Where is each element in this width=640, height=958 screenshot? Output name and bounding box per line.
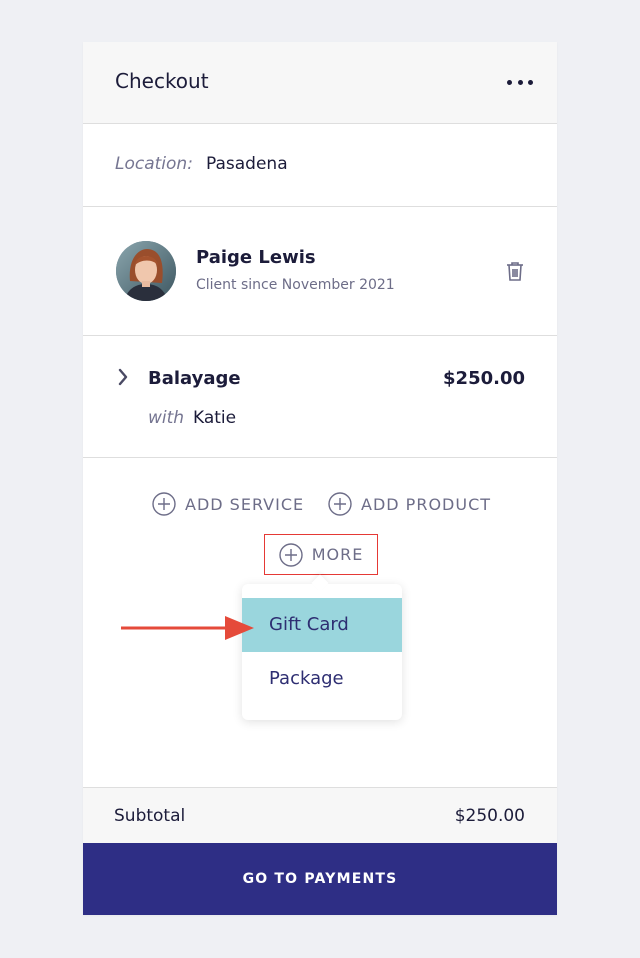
more-dropdown-menu: Gift Card Package: [242, 574, 402, 720]
dropdown-caret: [311, 574, 329, 592]
client-row: Paige Lewis Client since November 2021: [83, 207, 557, 336]
with-label: with: [148, 408, 185, 428]
client-since: Client since November 2021: [196, 277, 395, 293]
subtotal-label: Subtotal: [114, 806, 186, 826]
location-value: Pasadena: [206, 154, 288, 174]
plus-circle-icon: [278, 542, 303, 567]
service-name: Balayage: [148, 368, 241, 389]
add-product-label: ADD PRODUCT: [361, 494, 492, 514]
service-row[interactable]: Balayage $250.00 with Katie: [83, 336, 557, 458]
more-label: MORE: [311, 545, 364, 564]
subtotal-value: $250.00: [454, 806, 525, 826]
more-button[interactable]: MORE: [264, 534, 378, 575]
service-price: $250.00: [443, 368, 525, 389]
checkout-panel: Checkout Location: Pasadena Paige Lewis …: [83, 42, 557, 915]
menu-item-gift-card[interactable]: Gift Card: [242, 598, 402, 652]
avatar: [116, 241, 176, 301]
page-title: Checkout: [115, 69, 209, 93]
checkout-header: Checkout: [83, 42, 557, 124]
client-name: Paige Lewis: [196, 247, 316, 268]
add-service-button[interactable]: ADD SERVICE: [152, 492, 304, 516]
annotation-arrow-icon: [121, 616, 254, 640]
plus-circle-icon: [152, 492, 176, 516]
location-label: Location:: [115, 154, 193, 174]
trash-icon[interactable]: [506, 261, 524, 281]
subtotal-row: Subtotal $250.00: [83, 787, 557, 844]
menu-item-package[interactable]: Package: [242, 652, 402, 706]
staff-name: Katie: [193, 408, 237, 428]
more-horizontal-icon[interactable]: [507, 70, 533, 94]
add-product-button[interactable]: ADD PRODUCT: [328, 492, 491, 516]
chevron-right-icon[interactable]: [117, 368, 129, 386]
location-row[interactable]: Location: Pasadena: [83, 124, 557, 207]
plus-circle-icon: [328, 492, 352, 516]
go-to-payments-button[interactable]: GO TO PAYMENTS: [83, 843, 557, 915]
add-service-label: ADD SERVICE: [185, 494, 305, 514]
